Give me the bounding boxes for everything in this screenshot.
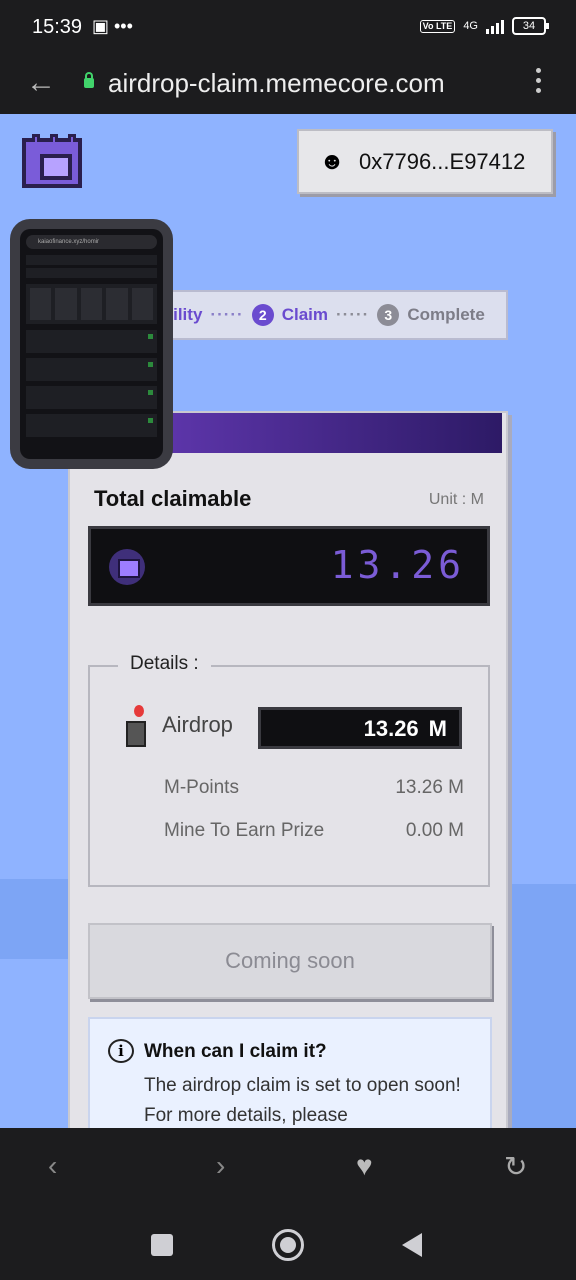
system-nav-bar <box>0 1212 576 1280</box>
detail-row-m-points: M-Points 13.26 M <box>164 777 464 799</box>
thumbnail-item <box>26 414 157 437</box>
pixel-avatar-icon: ☻ <box>319 147 345 175</box>
progress-steps: ibility ····· 2 Claim ····· 3 Complete <box>120 290 508 340</box>
detail-value: 13.26 M <box>395 777 464 798</box>
signal-icon <box>486 18 504 34</box>
wallet-address: 0x7796...E97412 <box>359 148 526 174</box>
step-complete-label: Complete <box>407 305 485 324</box>
thumbnail-preview: kaiaofinance.xyz/homir <box>20 229 163 459</box>
wallet-button[interactable]: ☻ 0x7796...E97412 <box>297 129 553 194</box>
step-separator: ····· <box>210 305 244 324</box>
details-legend: Details : <box>118 653 211 675</box>
step-claim-label: Claim <box>281 305 329 324</box>
status-bar: 15:39 ▣ ••• Vo LTE 4G 34 <box>0 0 576 56</box>
info-bubble-icon: i <box>108 1039 134 1063</box>
thumbnail-row <box>26 268 157 278</box>
battery-icon: 34 <box>512 17 549 35</box>
background-decoration <box>506 884 576 1128</box>
browser-url-bar: ← airdrop-claim.memecore.com <box>0 56 576 114</box>
thumbnail-item <box>26 386 157 409</box>
step-claim-number: 2 <box>251 304 274 326</box>
url-text[interactable]: airdrop-claim.memecore.com <box>108 68 445 99</box>
notification-icons: ▣ ••• <box>92 16 133 36</box>
status-indicators: Vo LTE 4G 34 <box>419 17 549 35</box>
airdrop-value: 13.26 <box>363 716 419 741</box>
browser-toolbar: ‹ › ♥ ↻ <box>0 1128 576 1212</box>
reload-icon[interactable]: ↻ <box>504 1150 527 1183</box>
back-arrow-icon[interactable]: ← <box>26 66 56 100</box>
status-time: 15:39 <box>32 16 83 38</box>
info-body: The airdrop claim is set to open soon! F… <box>144 1075 461 1126</box>
detail-label: Mine To Earn Prize <box>164 820 325 841</box>
info-box: i When can I claim it? The airdrop claim… <box>88 1017 492 1128</box>
claim-card: Total claimable Unit : M 13.26 Details :… <box>68 411 508 1128</box>
airdrop-row: Airdrop <box>122 705 233 747</box>
airdrop-value-box: 13.26 M <box>258 707 462 749</box>
total-display: 13.26 <box>88 526 490 606</box>
detail-value: 0.00 M <box>405 820 464 841</box>
info-title: When can I claim it? <box>144 1041 327 1062</box>
heart-icon[interactable]: ♥ <box>356 1150 373 1182</box>
chevron-left-icon[interactable]: ‹ <box>48 1150 57 1182</box>
chevron-right-icon[interactable]: › <box>216 1150 225 1182</box>
volte-icon: Vo LTE <box>419 19 456 33</box>
thumbnail-card <box>26 284 157 324</box>
thumbnail-url: kaiaofinance.xyz/homir <box>26 235 157 249</box>
unit-label: Unit : M <box>428 491 484 508</box>
details-box: Details : Airdrop 13.26 M M-Points 13.26 … <box>88 653 490 887</box>
page-content: ☻ 0x7796...E97412 ibility ····· 2 Claim … <box>0 114 576 1128</box>
background-decoration <box>0 879 70 959</box>
balloon-icon <box>122 705 150 747</box>
detail-label: M-Points <box>164 777 239 798</box>
thumbnail-item <box>26 358 157 381</box>
airdrop-unit: M <box>428 716 447 741</box>
network-type: 4G <box>463 20 478 32</box>
memecore-logo[interactable] <box>22 134 82 188</box>
lock-icon <box>84 72 94 88</box>
nav-back-icon[interactable] <box>402 1233 422 1257</box>
detail-row-mine-to-earn: Mine To Earn Prize 0.00 M <box>164 820 464 842</box>
thumbnail-item <box>26 330 157 353</box>
step-complete-number: 3 <box>377 304 400 326</box>
home-icon[interactable] <box>272 1229 304 1261</box>
coming-soon-button[interactable]: Coming soon <box>88 923 492 999</box>
screenshot-thumbnail[interactable]: kaiaofinance.xyz/homir <box>10 219 173 469</box>
more-menu-icon[interactable] <box>536 68 542 98</box>
recents-icon[interactable] <box>151 1234 173 1256</box>
thumbnail-row <box>26 255 157 265</box>
memecore-coin-icon <box>109 549 145 585</box>
airdrop-label: Airdrop <box>162 712 233 737</box>
total-claimable-title: Total claimable <box>94 486 252 511</box>
step-separator: ····· <box>336 305 370 324</box>
total-claimable-value: 13.26 <box>330 543 465 587</box>
